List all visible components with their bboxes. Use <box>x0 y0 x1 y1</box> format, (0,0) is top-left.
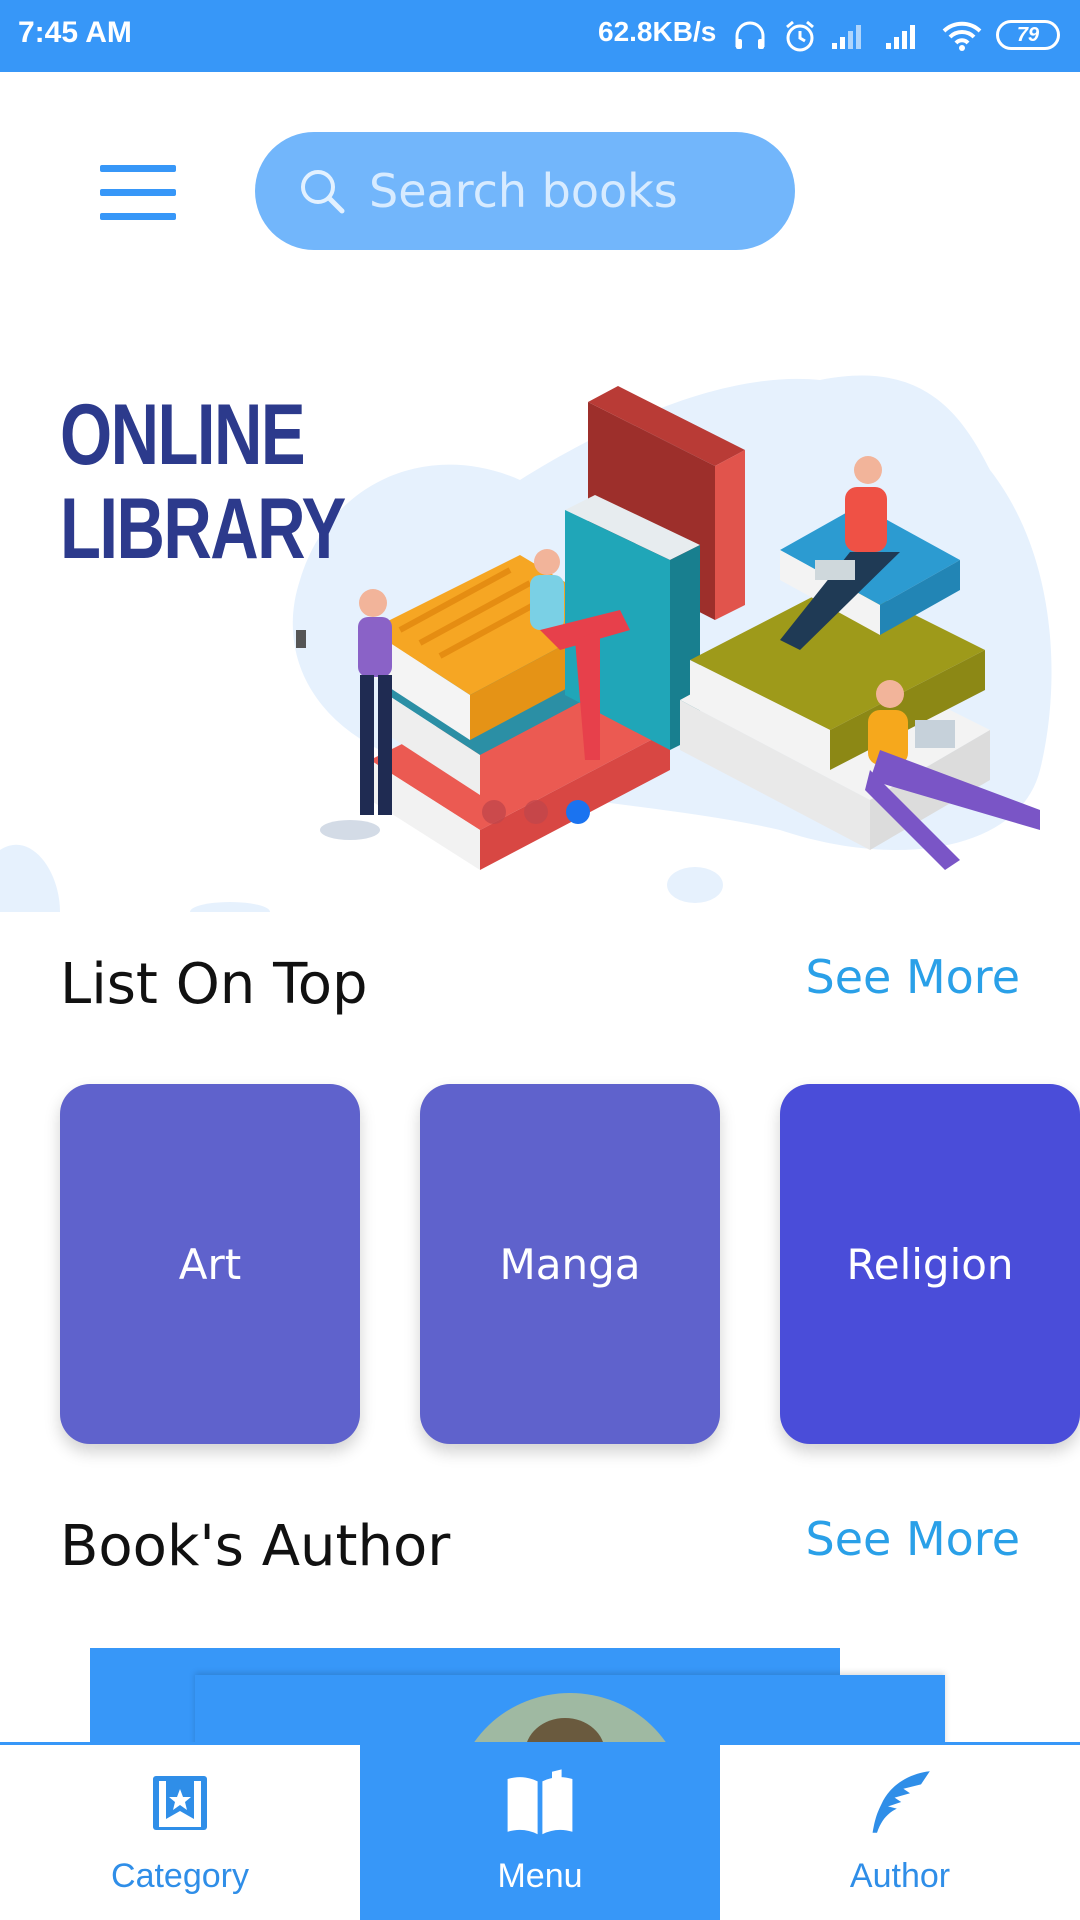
see-more-list-on-top[interactable]: See More <box>806 950 1020 1004</box>
category-card-label: Manga <box>499 1239 641 1289</box>
see-more-books-author[interactable]: See More <box>806 1512 1020 1566</box>
category-card-art[interactable]: Art <box>60 1084 360 1444</box>
carousel-indicator <box>482 800 590 824</box>
status-bar: 7:45 AM 62.8KB/s 79 <box>0 0 1080 72</box>
hamburger-menu-icon[interactable] <box>100 165 176 221</box>
category-card-label: Art <box>178 1239 242 1289</box>
network-speed: 62.8KB/s <box>598 16 717 47</box>
search-icon <box>301 170 345 214</box>
author-card[interactable] <box>195 1675 945 1742</box>
category-card-manga[interactable]: Manga <box>420 1084 720 1444</box>
search-bar[interactable] <box>255 132 795 250</box>
nav-label: Menu <box>497 1857 583 1895</box>
section-title-books-author: Book's Author <box>60 1514 451 1579</box>
feather-quill-icon <box>872 1771 930 1833</box>
bookmark-star-icon <box>153 1776 207 1830</box>
nav-item-category[interactable]: Category <box>0 1745 360 1920</box>
hero-title: ONLINE LIBRARY <box>60 387 346 577</box>
nav-item-author[interactable]: Author <box>720 1745 1080 1920</box>
hero-banner: ONLINE LIBRARY <box>0 330 1080 912</box>
author-avatar <box>474 1693 666 1742</box>
signal-icon <box>882 14 926 58</box>
open-book-icon <box>507 1769 573 1835</box>
carousel-dot-active[interactable] <box>566 800 590 824</box>
nav-label: Category <box>111 1857 249 1895</box>
hero-title-line2: LIBRARY <box>60 481 346 577</box>
category-card-religion[interactable]: Religion <box>780 1084 1080 1444</box>
search-input[interactable] <box>367 158 771 224</box>
nav-label: Author <box>849 1857 951 1895</box>
alarm-icon <box>780 14 820 58</box>
bottom-navigation: Category Menu Author <box>0 1742 1080 1920</box>
author-carousel[interactable] <box>0 1640 1080 1742</box>
wifi-icon <box>938 14 986 58</box>
headphones-icon <box>730 14 770 58</box>
section-title-list-on-top: List On Top <box>60 952 368 1017</box>
carousel-dot[interactable] <box>524 800 548 824</box>
hero-title-line1: ONLINE <box>60 387 306 483</box>
status-time: 7:45 AM <box>18 16 132 49</box>
carousel-dot[interactable] <box>482 800 506 824</box>
signal-icon <box>828 14 872 58</box>
category-card-label: Religion <box>846 1239 1014 1289</box>
battery-icon: 79 <box>996 20 1060 50</box>
nav-item-menu[interactable]: Menu <box>360 1745 720 1920</box>
